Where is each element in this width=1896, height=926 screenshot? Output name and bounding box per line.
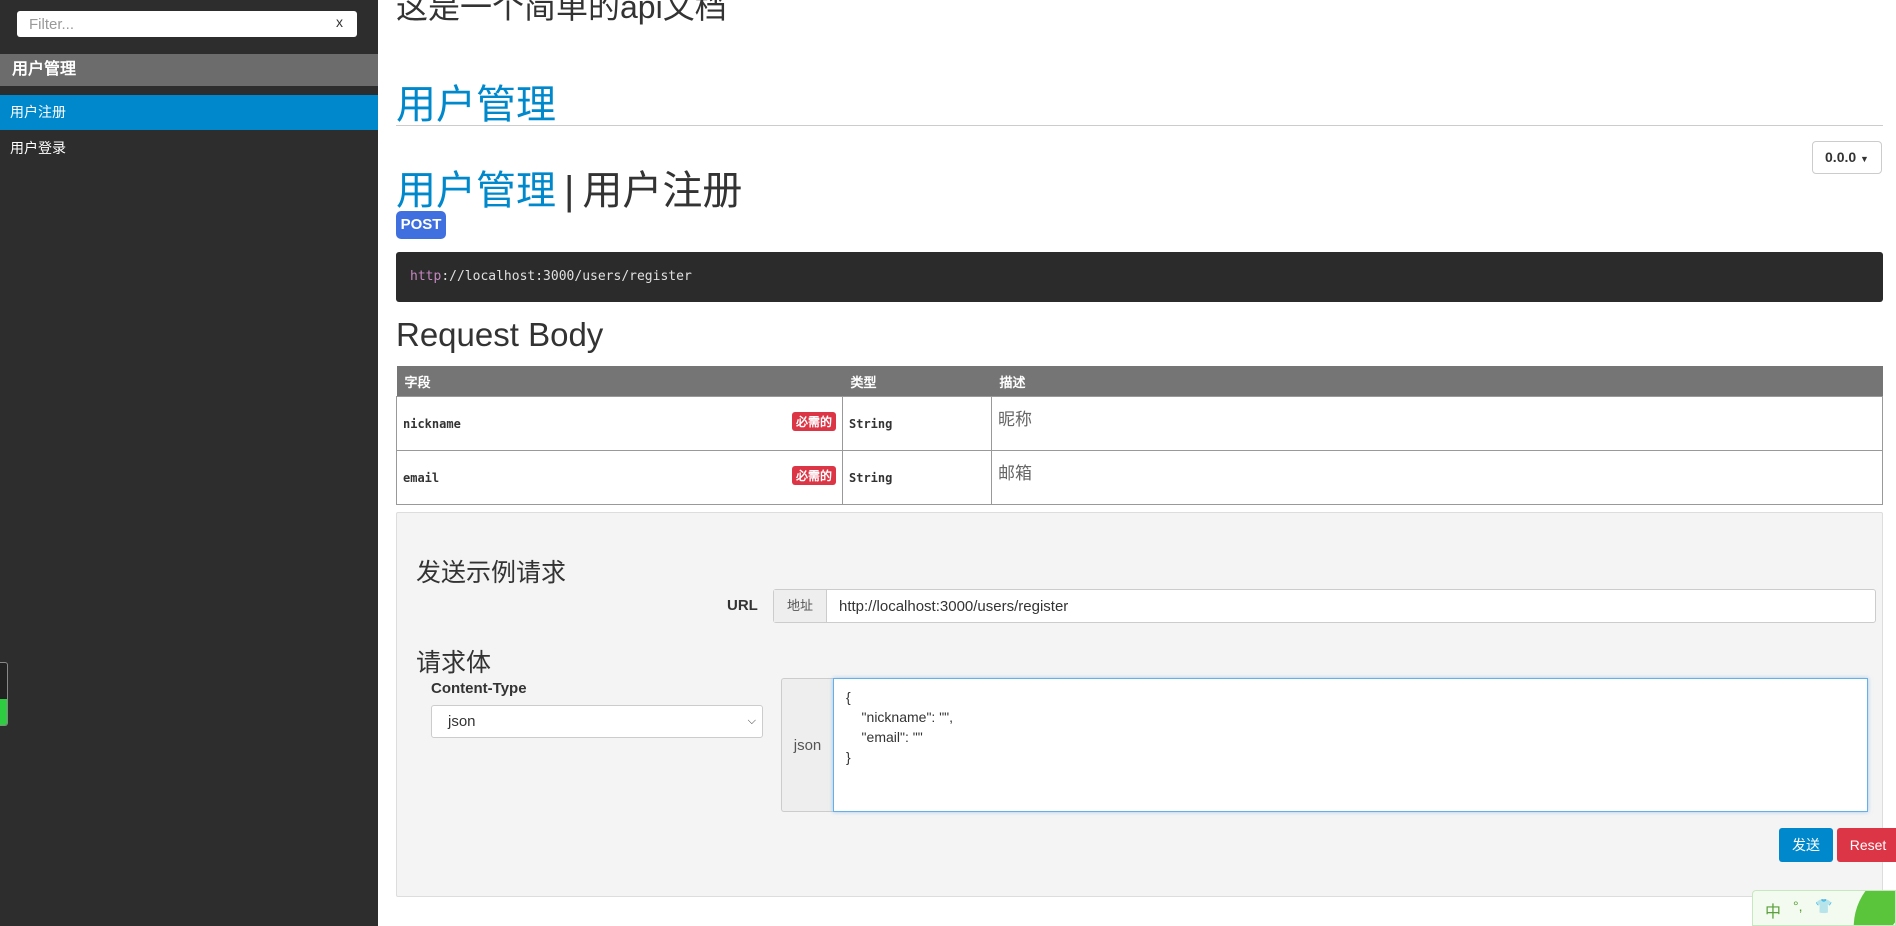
divider [396,125,1883,126]
url-addon: 地址 [774,590,827,622]
url-input-group: 地址 [773,589,1876,623]
leaf-icon [1836,891,1895,925]
ime-skin-icon[interactable]: 👕 [1815,898,1832,915]
ime-mode[interactable]: 中 [1765,898,1781,922]
required-badge: 必需的 [791,412,836,431]
api-title-group: 用户管理 [396,169,556,213]
sample-request-panel: 发送示例请求 URL 地址 请求体 Content-Type json ⌵ js… [396,512,1896,897]
field-name: email [403,470,440,485]
column-header-desc: 描述 [991,366,1883,397]
filter-input[interactable] [17,11,317,37]
sidebar: x 用户管理 用户注册 用户登录 [0,0,378,926]
send-button[interactable]: 发送 [1779,828,1833,862]
json-body-textarea[interactable]: { "nickname": "", "email": "" } [833,678,1868,812]
reset-button[interactable]: Reset [1837,828,1896,862]
content-type-select[interactable]: json ⌵ [431,705,763,738]
ime-toolbar[interactable]: 中 °, 👕 [1752,890,1896,926]
column-header-field: 字段 [396,366,843,397]
group-title: 用户管理 [396,83,556,127]
desc-cell: 昵称 [991,396,1883,451]
api-title: 用户管理 | 用户注册 [396,158,742,216]
filter-box: x [17,11,357,37]
json-addon: json [781,678,833,812]
side-scroll-indicator[interactable] [0,662,8,726]
sidebar-group-user-management: 用户管理 [0,54,378,86]
version-dropdown[interactable]: 0.0.0 ▼ [1812,141,1882,174]
field-cell: nickname 必需的 [396,396,843,451]
endpoint-url: http://localhost:3000/users/register [396,252,1883,302]
field-cell: email 必需的 [396,450,843,505]
page-title: 这是一个简单的api文档 [396,0,727,25]
caret-down-icon: ▼ [1860,154,1869,164]
main-content: 这是一个简单的api文档 用户管理 0.0.0 ▼ 用户管理 | 用户注册 POST… [378,0,1896,926]
api-title-separator: | [564,169,575,213]
url-label: URL [727,597,758,614]
content-type-label: Content-Type [431,680,527,697]
endpoint-protocol: http [410,269,442,284]
field-name: nickname [403,416,461,431]
sidebar-item-user-register[interactable]: 用户注册 [0,95,378,130]
clear-filter-icon[interactable]: x [336,14,343,30]
chevron-down-icon: ⌵ [747,715,756,727]
sample-request-title: 发送示例请求 [416,559,567,587]
request-body-section-title: 请求体 [416,649,492,677]
type-cell: String [842,396,992,451]
method-badge: POST [396,211,446,239]
version-label: 0.0.0 [1825,149,1857,165]
table-row: nickname 必需的 String 昵称 [396,396,1883,451]
sidebar-item-user-login[interactable]: 用户登录 [0,131,378,166]
api-title-name: 用户注册 [582,169,743,213]
column-header-type: 类型 [842,366,992,397]
table-row: email 必需的 String 邮箱 [396,450,1883,505]
type-cell: String [842,450,992,505]
content-type-value: json [448,713,476,730]
required-badge: 必需的 [791,466,836,485]
ime-punct[interactable]: °, [1793,898,1803,914]
params-table: 字段 类型 描述 nickname 必需的 String 昵称 email 必需… [396,366,1883,505]
desc-cell: 邮箱 [991,450,1883,505]
request-body-title: Request Body [396,316,604,353]
endpoint-path: ://localhost:3000/users/register [441,269,692,284]
json-input-group: json { "nickname": "", "email": "" } [781,678,1868,812]
url-input[interactable] [827,590,1873,622]
